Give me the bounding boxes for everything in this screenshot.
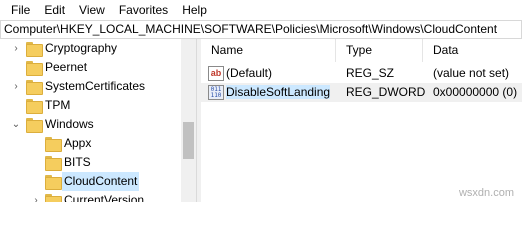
tree-item-label: BITS [64,155,91,169]
tree-item-appx[interactable]: Appx [0,134,184,153]
dword-value-icon: 011 110 [208,85,224,100]
folder-icon [26,118,43,133]
value-row-default[interactable]: ab (Default) REG_SZ (value not set) [201,64,522,83]
folder-icon [26,80,43,95]
expand-chevron-icon[interactable]: › [10,77,22,96]
expand-chevron-icon[interactable] [30,172,42,191]
tree-item-currentversion[interactable]: › CurrentVersion [0,191,184,202]
values-list: Name Type Data ab (Default) REG_SZ (valu… [201,39,522,202]
folder-icon [45,175,62,190]
folder-icon [45,137,62,152]
folder-icon [45,194,62,202]
expand-chevron-icon[interactable] [30,153,42,172]
folder-icon [45,156,62,171]
column-header-name[interactable]: Name [201,39,336,62]
tree-item-label: Appx [64,136,92,150]
tree-item-label: CurrentVersion [64,193,145,202]
tree-item-label: Windows [45,117,94,131]
expand-chevron-icon[interactable] [10,96,22,115]
tree-item-label: TPM [45,98,71,112]
value-row-disablesoftlanding[interactable]: 011 110 DisableSoftLanding REG_DWORD 0x0… [201,83,522,102]
tree-item-cryptography[interactable]: › Cryptography [0,39,184,58]
tree-item-peernet[interactable]: Peernet [0,58,184,77]
key-tree: › Cryptography Peernet › SystemCertifica… [0,39,196,202]
expand-chevron-icon[interactable] [30,134,42,153]
menu-edit[interactable]: Edit [37,0,72,20]
folder-icon [26,99,43,114]
tree-item-cloudcontent[interactable]: CloudContent [0,172,184,191]
tree-item-label: CloudContent [62,172,140,191]
tree-item-systemcertificates[interactable]: › SystemCertificates [0,77,184,96]
menu-help[interactable]: Help [175,0,214,20]
value-type: REG_DWORD [346,85,426,99]
tree-scrollbar[interactable] [181,39,196,202]
column-header-type[interactable]: Type [336,39,423,62]
tree-item-label: Peernet [45,60,88,74]
list-header: Name Type Data [201,39,522,62]
collapse-chevron-icon[interactable]: ⌄ [10,115,22,134]
address-bar[interactable]: Computer\HKEY_LOCAL_MACHINE\SOFTWARE\Pol… [0,20,522,39]
folder-icon [26,42,43,57]
tree-item-windows[interactable]: ⌄ Windows [0,115,184,134]
value-data: 0x00000000 (0) [433,85,518,99]
menu-file[interactable]: File [4,0,37,20]
tree-item-bits[interactable]: BITS [0,153,184,172]
menu-bar: File Edit View Favorites Help [0,0,522,20]
tree-item-label: SystemCertificates [45,79,146,93]
tree-item-tpm[interactable]: TPM [0,96,184,115]
scrollbar-thumb[interactable] [183,122,194,159]
expand-chevron-icon[interactable]: › [30,191,42,202]
menu-view[interactable]: View [72,0,112,20]
value-name: (Default) [226,66,273,80]
value-type: REG_SZ [346,66,395,80]
folder-icon [26,61,43,76]
expand-chevron-icon[interactable] [10,58,22,77]
expand-chevron-icon[interactable]: › [10,39,22,58]
tree-item-label: Cryptography [45,41,118,55]
string-value-icon: ab [208,66,224,81]
menu-favorites[interactable]: Favorites [112,0,175,20]
column-header-data[interactable]: Data [423,39,522,62]
value-data: (value not set) [433,66,510,80]
watermark: wsxdn.com [458,187,514,199]
value-name: DisableSoftLanding [226,85,331,99]
